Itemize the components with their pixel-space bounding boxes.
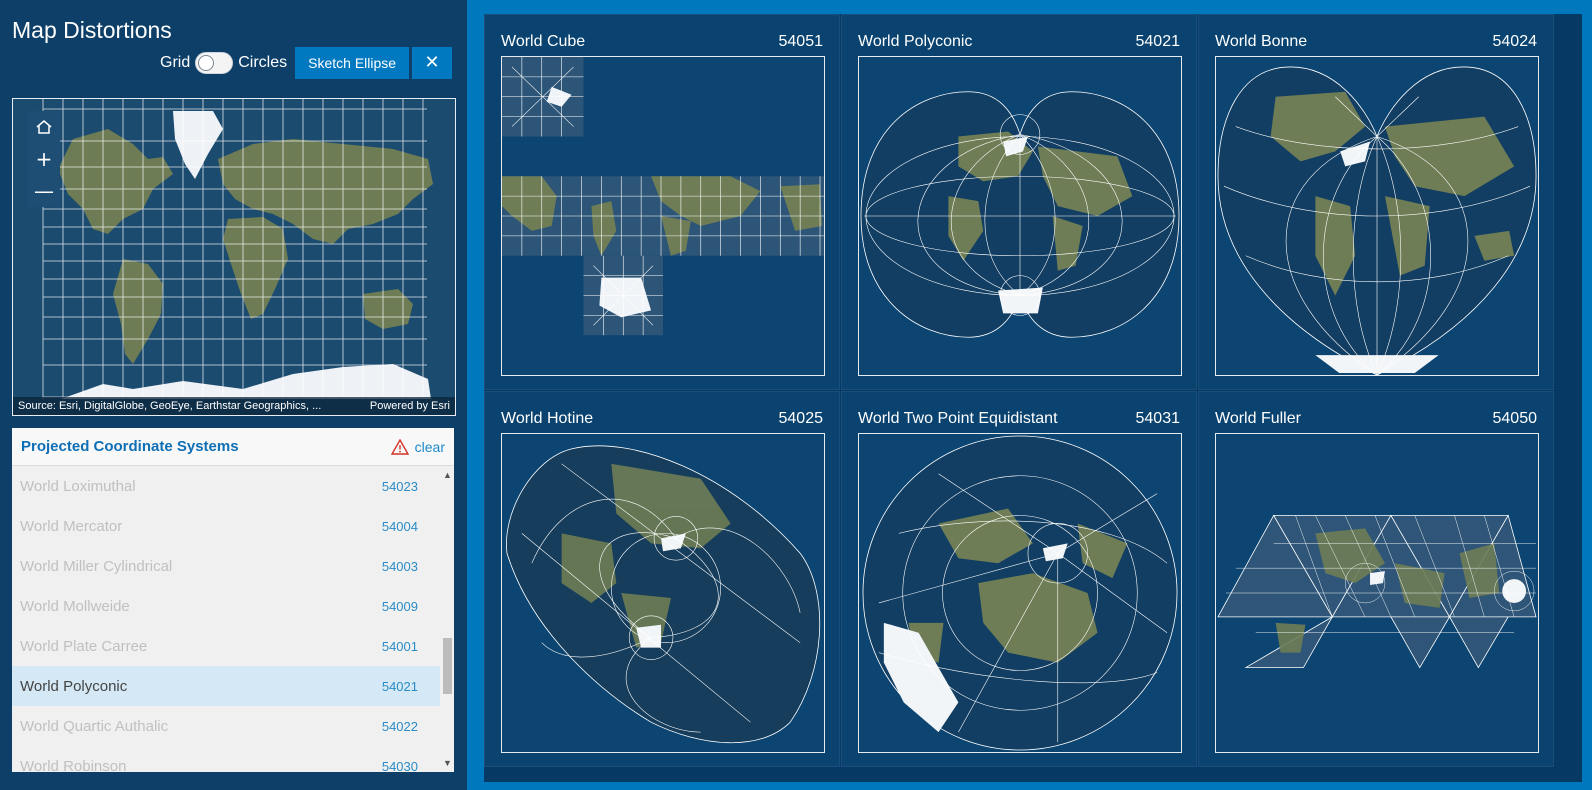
scroll-up-icon[interactable]: ▲: [443, 470, 452, 480]
projection-map-world-hotine[interactable]: [501, 433, 825, 753]
pcs-name: World Plate Carree: [20, 637, 148, 655]
projection-map-world-polyconic[interactable]: [858, 56, 1182, 376]
pcs-name: World Loximuthal: [20, 477, 136, 495]
list-item[interactable]: World Robinson 54030: [12, 746, 440, 773]
zoom-in-button[interactable]: +: [28, 143, 60, 175]
map-attribution: Source: Esri, DigitalGlobe, GeoEye, Eart…: [13, 397, 455, 415]
projection-grid: World Cube 54051 World Polyconic 54021 W…: [484, 14, 1582, 782]
world-two-point-equidistant-map: [862, 435, 1178, 751]
controls-bar: Grid Circles Sketch Ellipse ✕: [160, 47, 453, 79]
pcs-name: World Miller Cylindrical: [20, 557, 173, 575]
projection-name: World Bonne: [1215, 33, 1308, 50]
pcs-code: 54009: [381, 598, 418, 614]
projection-name: World Fuller: [1215, 410, 1301, 427]
list-item[interactable]: World Mollweide 54009: [12, 586, 440, 626]
circles-label: Circles: [238, 54, 288, 71]
sketch-ellipse-button[interactable]: Sketch Ellipse: [295, 47, 410, 79]
projection-code: 54025: [778, 410, 824, 427]
projection-name: World Two Point Equidistant: [858, 410, 1058, 427]
home-button[interactable]: [28, 111, 60, 143]
world-polyconic-map: [860, 91, 1180, 338]
home-icon: [36, 120, 52, 134]
projection-map-world-cube[interactable]: [501, 56, 825, 376]
pcs-code: 54021: [381, 678, 418, 694]
world-bonne-map: [1217, 66, 1537, 375]
app-title: Map Distortions: [12, 17, 172, 43]
pcs-code: 54004: [381, 518, 418, 534]
attribution-text[interactable]: Source: Esri, DigitalGlobe, GeoEye, Eart…: [18, 397, 321, 415]
projection-name: World Cube: [501, 33, 586, 50]
pcs-panel: Projected Coordinate Systems clear World…: [12, 428, 454, 772]
clear-link[interactable]: clear: [415, 439, 445, 455]
pcs-code: 54001: [381, 638, 418, 654]
projection-name: World Polyconic: [858, 33, 973, 50]
pcs-list: World Loximuthal 54023 World Mercator 5400…: [12, 466, 440, 772]
world-fuller-map: [1217, 514, 1537, 669]
pcs-code: 54030: [381, 758, 418, 773]
pcs-code: 54022: [381, 718, 418, 734]
pcs-header: Projected Coordinate Systems clear: [12, 428, 454, 466]
pcs-title: Projected Coordinate Systems: [21, 438, 239, 455]
projection-name: World Hotine: [501, 410, 594, 427]
scrollbar-thumb[interactable]: [443, 638, 452, 694]
list-item[interactable]: World Mercator 54004: [12, 506, 440, 546]
powered-by-esri[interactable]: Powered by Esri: [370, 397, 450, 415]
pcs-name: World Robinson: [20, 757, 127, 773]
projection-code: 54051: [778, 33, 824, 50]
map-controls: + —: [28, 111, 60, 207]
projection-map-world-bonne[interactable]: [1215, 56, 1539, 376]
projection-cell-world-fuller: World Fuller 54050: [1198, 391, 1554, 767]
projection-code: 54024: [1492, 33, 1538, 50]
close-button[interactable]: ✕: [412, 47, 453, 79]
sidebar: Map Distortions Grid Circles Sketch Elli…: [0, 0, 467, 790]
pcs-name: World Quartic Authalic: [20, 717, 169, 735]
list-scrollbar[interactable]: ▲ ▼: [440, 466, 454, 772]
scroll-down-icon[interactable]: ▼: [443, 758, 452, 768]
list-item-selected[interactable]: World Polyconic 54021: [12, 666, 440, 706]
world-hotine-map: [506, 445, 821, 744]
projection-code: 54050: [1492, 410, 1538, 427]
pcs-name: World Mollweide: [20, 597, 130, 615]
projection-cell-world-cube: World Cube 54051: [484, 14, 840, 390]
pcs-name: World Polyconic: [20, 677, 128, 695]
pcs-code: 54003: [381, 558, 418, 574]
overview-map[interactable]: + — Source: Esri, DigitalGlobe, GeoEye, …: [12, 98, 456, 416]
pcs-code: 54023: [381, 478, 418, 494]
toggle-knob: [198, 55, 215, 71]
list-item[interactable]: World Miller Cylindrical 54003: [12, 546, 440, 586]
projection-cell-world-bonne: World Bonne 54024: [1198, 14, 1554, 390]
warning-icon: [390, 438, 409, 455]
list-item[interactable]: World Quartic Authalic 54022: [12, 706, 440, 746]
list-item[interactable]: World Plate Carree 54001: [12, 626, 440, 666]
grid-circles-toggle[interactable]: [195, 52, 234, 74]
projection-cell-world-hotine: World Hotine 54025: [484, 391, 840, 767]
grid-label: Grid: [160, 54, 191, 71]
list-item[interactable]: World Loximuthal 54023: [12, 466, 440, 506]
zoom-out-button[interactable]: —: [28, 175, 60, 207]
main-area: World Cube 54051 World Polyconic 54021 W…: [467, 0, 1592, 790]
projection-cell-world-two-point-equidistant: World Two Point Equidistant 54031: [841, 391, 1197, 767]
pcs-name: World Mercator: [20, 517, 123, 535]
projection-map-world-two-point-equidistant[interactable]: [858, 433, 1182, 753]
overview-map-image: [13, 99, 455, 415]
projection-code: 54021: [1135, 33, 1181, 50]
projection-code: 54031: [1135, 410, 1181, 427]
projection-cell-world-polyconic: World Polyconic 54021: [841, 14, 1197, 390]
world-cube-map: [502, 57, 824, 336]
projection-map-world-fuller[interactable]: [1215, 433, 1539, 753]
